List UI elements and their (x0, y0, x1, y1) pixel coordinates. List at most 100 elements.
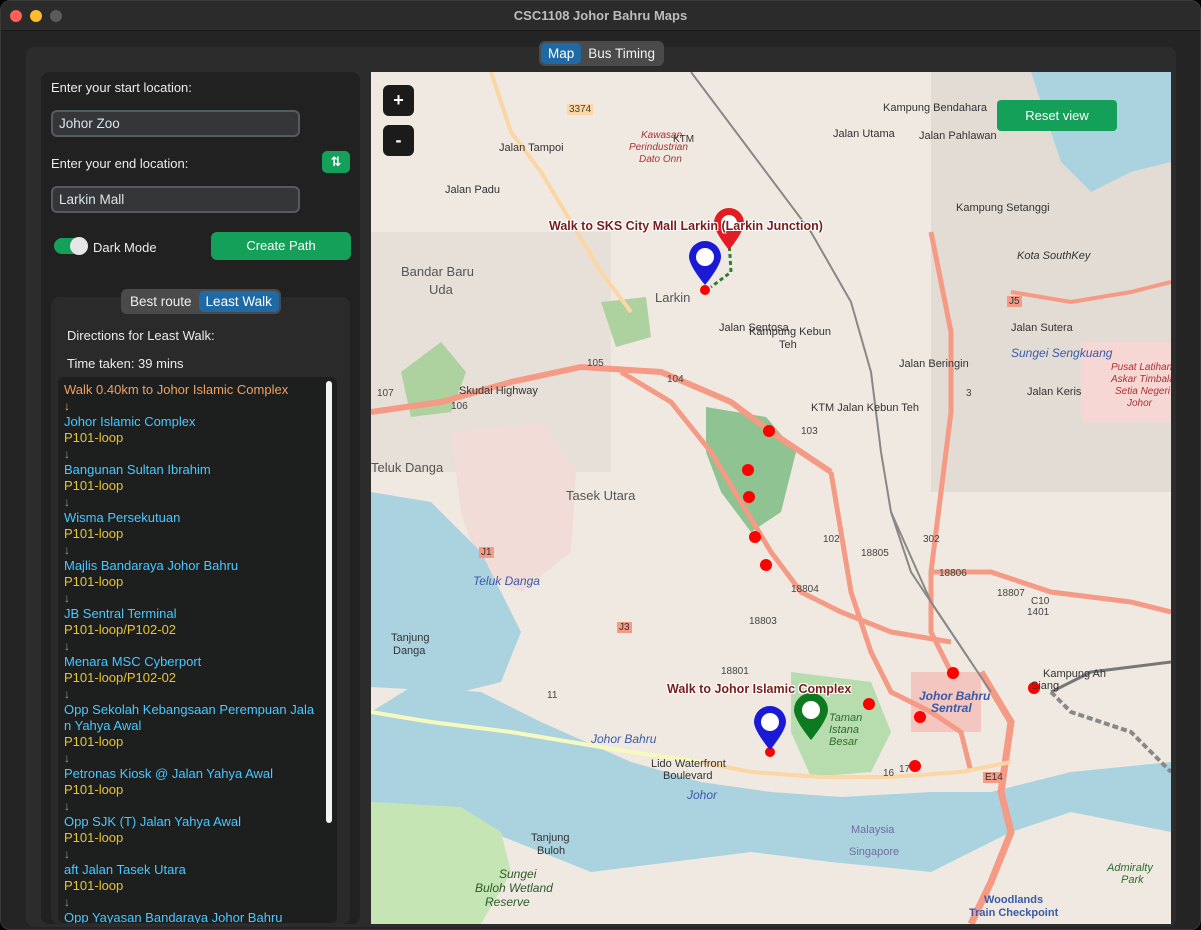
time-taken: Time taken: 39 mins (67, 356, 184, 371)
map-label: Woodlands (984, 894, 1044, 906)
bus-service: P101-loop (64, 734, 124, 749)
map-label: Johor Bahru (591, 732, 657, 746)
map-label: Reserve (485, 895, 530, 909)
swap-locations-button[interactable]: ⇅ (322, 151, 350, 173)
map-label: Teluk Danga (473, 574, 540, 588)
route-number: 11 (547, 690, 558, 701)
walk-instruction: Walk 0.40km to Johor Islamic Complex (64, 382, 289, 397)
route-number: 16 (883, 768, 895, 779)
down-arrow-icon: ↓ (64, 687, 70, 701)
route-number: 105 (587, 358, 604, 369)
map-label: Dato Onn (639, 154, 682, 165)
route-number: 106 (451, 401, 468, 412)
bus-service: P101-loop/P102-02 (64, 670, 177, 685)
map-label: Buloh Wetland (475, 881, 553, 895)
down-arrow-icon: ↓ (64, 751, 70, 765)
swap-icon: ⇅ (330, 154, 342, 169)
map-label: Tanjung (531, 832, 570, 844)
window-title: CSC1108 Johor Bahru Maps (513, 8, 688, 23)
map-label: Jalan Sentosa (719, 322, 789, 334)
map-label: Larkin (655, 290, 691, 305)
map-label: Kampung Setanggi (956, 202, 1050, 214)
bus-stop-name: Opp Yayasan Bandaraya Johor Bahru (64, 910, 283, 923)
map-label: Jalan Utama (833, 128, 895, 140)
top-tab-switcher: Map Bus Timing (539, 41, 665, 66)
route-number: 1401 (1027, 607, 1050, 618)
bus-service: P101-loop/P102-02 (64, 622, 177, 637)
route-number: 104 (667, 374, 684, 385)
down-arrow-icon: ↓ (64, 799, 70, 813)
reset-view-button[interactable]: Reset view (997, 100, 1117, 131)
route-number: 18803 (749, 616, 777, 627)
tab-least-walk[interactable]: Least Walk (198, 291, 279, 312)
map-label: Teh (779, 339, 797, 351)
map-label: Admiralty (1107, 862, 1153, 874)
map-label: Siang (1031, 680, 1060, 692)
map-label: Sungei Sengkuang (1011, 346, 1113, 360)
bus-stop-name-continued: n Yahya Awal (64, 718, 142, 733)
bus-service: P101-loop (64, 878, 124, 893)
route-number: 18807 (997, 588, 1025, 599)
map-tiles (371, 72, 1171, 924)
route-number: 3 (966, 388, 972, 399)
map-label: Pusat Latihan (1111, 362, 1171, 373)
bus-service: P101-loop (64, 830, 124, 845)
map-label: Kampung Bendahara (883, 102, 987, 114)
route-number: 3374 (567, 104, 594, 115)
map-label: Malaysia (851, 824, 895, 836)
directions-scrollbar[interactable] (326, 381, 332, 823)
end-path-label: Walk to SKS City Mall Larkin (Larkin Jun… (549, 219, 823, 233)
down-arrow-icon: ↓ (64, 591, 70, 605)
bus-service: P101-loop (64, 478, 124, 493)
map-view[interactable]: Kampung Bendahara Kampung Setanggi Banda… (371, 72, 1171, 924)
tab-best-route[interactable]: Best route (123, 291, 199, 312)
map-label: Skudai Highway (459, 385, 538, 397)
map-label: Jalan Tampoi (499, 142, 564, 154)
bus-service: P101-loop (64, 430, 124, 445)
route-number: 17 (899, 764, 911, 775)
directions-list-box[interactable]: Walk 0.40km to Johor Islamic Complex ↓ J… (58, 377, 337, 923)
bus-stop-name: Menara MSC Cyberport (64, 654, 202, 669)
create-path-button[interactable]: Create Path (211, 232, 351, 260)
route-number: 102 (823, 534, 840, 545)
map-label: Park (1121, 874, 1144, 886)
down-arrow-icon: ↓ (64, 447, 70, 461)
tab-map[interactable]: Map (541, 43, 582, 64)
zoom-out-button[interactable]: - (383, 125, 414, 156)
route-number: E14 (983, 772, 1005, 783)
down-arrow-icon: ↓ (64, 399, 70, 413)
route-number: 107 (377, 388, 394, 399)
start-path-label: Walk to Johor Islamic Complex (667, 682, 852, 696)
tab-bus-timing[interactable]: Bus Timing (581, 43, 662, 64)
zoom-in-button[interactable]: + (383, 85, 414, 116)
bus-stop-name: Majlis Bandaraya Johor Bahru (64, 558, 239, 573)
bus-service: P101-loop (64, 782, 124, 797)
dark-mode-toggle[interactable] (54, 237, 88, 255)
bus-service: P101-loop (64, 574, 124, 589)
map-label: Taman (829, 712, 863, 724)
map-label: Sungei (499, 867, 537, 881)
route-number: J5 (1007, 296, 1022, 307)
map-label: Boulevard (663, 770, 713, 782)
start-location-input[interactable]: Johor Zoo (51, 110, 300, 137)
route-number: 18801 (721, 666, 749, 677)
map-label: Buloh (537, 845, 566, 857)
map-label: Kampung Ah (1043, 668, 1106, 680)
bus-service: P101-loop (64, 526, 124, 541)
map-label: Tasek Utara (566, 488, 636, 503)
route-number: J3 (617, 622, 632, 633)
route-number: C10 (1031, 596, 1050, 607)
down-arrow-icon: ↓ (64, 895, 70, 909)
down-arrow-icon: ↓ (64, 495, 70, 509)
map-label: Istana (829, 724, 859, 736)
end-location-label: Enter your end location: (51, 156, 189, 171)
map-label: Teluk Danga (371, 460, 444, 475)
map-label: Besar (829, 736, 858, 748)
directions-list: Walk 0.40km to Johor Islamic Complex ↓ J… (64, 382, 326, 923)
app-window: CSC1108 Johor Bahru Maps Map Bus Timing … (0, 0, 1201, 930)
map-label: Tanjung (391, 632, 430, 644)
map-label: Train Checkpoint (969, 907, 1059, 919)
directions-heading: Directions for Least Walk: (67, 328, 215, 343)
end-location-input[interactable]: Larkin Mall (51, 186, 300, 213)
map-label: Kota SouthKey (1017, 250, 1091, 262)
